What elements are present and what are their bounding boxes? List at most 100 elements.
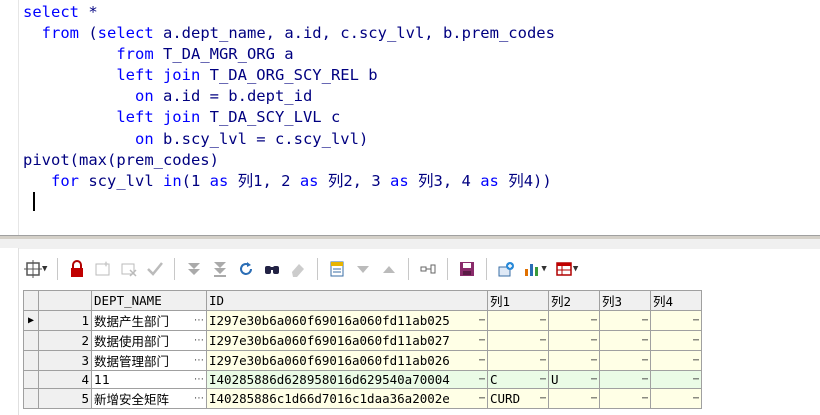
lock-icon[interactable] bbox=[64, 256, 90, 282]
ellipsis-icon[interactable]: ⋯ bbox=[640, 315, 648, 326]
dept-name-cell[interactable]: 新增安全矩阵 ⋯ bbox=[91, 388, 207, 409]
save-icon[interactable] bbox=[454, 256, 480, 282]
code-line[interactable]: left join T_DA_SCY_LVL c bbox=[23, 107, 555, 128]
col4-cell[interactable]: ⋯ bbox=[650, 370, 702, 389]
header-id[interactable]: ID bbox=[206, 290, 488, 311]
add-record-icon[interactable] bbox=[90, 256, 116, 282]
ellipsis-icon[interactable]: ⋯ bbox=[589, 335, 597, 346]
ellipsis-icon[interactable]: ⋯ bbox=[192, 355, 204, 366]
table-row[interactable]: 5 新增安全矩阵 ⋯ I40285886c1d66d7016c1daa36a2002e… bbox=[23, 388, 702, 409]
export-icon[interactable] bbox=[415, 256, 441, 282]
code-line[interactable]: from (select a.dept_name, a.id, c.scy_lv… bbox=[23, 23, 555, 44]
col4-cell[interactable]: ⋯ bbox=[650, 330, 702, 351]
ellipsis-icon[interactable]: ⋯ bbox=[691, 335, 699, 346]
ellipsis-icon[interactable]: ⋯ bbox=[691, 374, 699, 385]
sort-asc-icon[interactable] bbox=[376, 256, 402, 282]
ellipsis-icon[interactable]: ⋯ bbox=[477, 393, 485, 404]
query-by-example-icon[interactable] bbox=[324, 256, 350, 282]
ellipsis-icon[interactable]: ⋯ bbox=[477, 335, 485, 346]
ellipsis-icon[interactable]: ⋯ bbox=[538, 335, 546, 346]
dept-name-cell[interactable]: 数据产生部门 ⋯ bbox=[91, 310, 207, 331]
fetch-last-icon[interactable] bbox=[207, 256, 233, 282]
fetch-next-icon[interactable] bbox=[181, 256, 207, 282]
ellipsis-icon[interactable]: ⋯ bbox=[192, 374, 204, 385]
dept-name-cell[interactable]: 数据使用部门 ⋯ bbox=[91, 330, 207, 351]
col1-cell[interactable]: ⋯ bbox=[487, 310, 549, 331]
ellipsis-icon[interactable]: ⋯ bbox=[538, 374, 546, 385]
link-icon[interactable] bbox=[493, 256, 519, 282]
ellipsis-icon[interactable]: ⋯ bbox=[640, 374, 648, 385]
col1-cell[interactable]: CURD ⋯ bbox=[487, 388, 549, 409]
dept-name-cell[interactable]: 11 ⋯ bbox=[91, 370, 207, 389]
id-cell[interactable]: I40285886d628958016d629540a70004 ⋯ bbox=[206, 370, 488, 389]
current-row-marker[interactable]: ▶ bbox=[23, 310, 39, 331]
id-cell[interactable]: I297e30b6a060f69016a060fd11ab026 ⋯ bbox=[206, 350, 488, 371]
header-col4[interactable]: 列4 bbox=[650, 290, 702, 311]
ellipsis-icon[interactable]: ⋯ bbox=[477, 355, 485, 366]
ellipsis-icon[interactable]: ⋯ bbox=[589, 355, 597, 366]
col2-cell[interactable]: ⋯ bbox=[548, 388, 600, 409]
col1-cell[interactable]: C ⋯ bbox=[487, 370, 549, 389]
ellipsis-icon[interactable]: ⋯ bbox=[538, 355, 546, 366]
dept-name-cell[interactable]: 数据管理部门 ⋯ bbox=[91, 350, 207, 371]
table-row[interactable]: ▶ 1 数据产生部门 ⋯ I297e30b6a060f69016a060fd11ab02… bbox=[23, 310, 702, 331]
delete-record-icon[interactable] bbox=[116, 256, 142, 282]
row-number[interactable]: 1 bbox=[38, 310, 92, 331]
col4-cell[interactable]: ⋯ bbox=[650, 388, 702, 409]
code-line[interactable]: for scy_lvl in(1 as 列1, 2 as 列2, 3 as 列3… bbox=[23, 171, 555, 192]
header-col2[interactable]: 列2 bbox=[548, 290, 600, 311]
sql-code[interactable]: select * from (select a.dept_name, a.id,… bbox=[23, 2, 555, 192]
code-line[interactable]: on a.id = b.dept_id bbox=[23, 86, 555, 107]
code-line[interactable]: on b.scy_lvl = c.scy_lvl) bbox=[23, 129, 555, 150]
code-line[interactable]: left join T_DA_ORG_SCY_REL b bbox=[23, 65, 555, 86]
ellipsis-icon[interactable]: ⋯ bbox=[640, 335, 648, 346]
code-line[interactable]: from T_DA_MGR_ORG a bbox=[23, 44, 555, 65]
header-col3[interactable]: 列3 bbox=[599, 290, 651, 311]
col4-cell[interactable]: ⋯ bbox=[650, 310, 702, 331]
col3-cell[interactable]: ⋯ bbox=[599, 350, 651, 371]
table-row[interactable]: 2 数据使用部门 ⋯ I297e30b6a060f69016a060fd11ab027… bbox=[23, 330, 702, 351]
row-number[interactable]: 5 bbox=[38, 388, 92, 409]
col3-cell[interactable]: ⋯ bbox=[599, 330, 651, 351]
col2-cell[interactable]: ⋯ bbox=[548, 310, 600, 331]
id-cell[interactable]: I40285886c1d66d7016c1daa36a2002e ⋯ bbox=[206, 388, 488, 409]
ellipsis-icon[interactable]: ⋯ bbox=[589, 315, 597, 326]
ellipsis-icon[interactable]: ⋯ bbox=[640, 355, 648, 366]
col1-cell[interactable]: ⋯ bbox=[487, 330, 549, 351]
ellipsis-icon[interactable]: ⋯ bbox=[691, 393, 699, 404]
col4-cell[interactable]: ⋯ bbox=[650, 350, 702, 371]
ellipsis-icon[interactable]: ⋯ bbox=[691, 355, 699, 366]
col3-cell[interactable]: ⋯ bbox=[599, 370, 651, 389]
ellipsis-icon[interactable]: ⋯ bbox=[589, 374, 597, 385]
grid-view-dropdown-icon[interactable]: ▼ bbox=[573, 264, 578, 274]
col2-cell[interactable]: U ⋯ bbox=[548, 370, 600, 389]
header-col1[interactable]: 列1 bbox=[487, 290, 549, 311]
row-number[interactable]: 4 bbox=[38, 370, 92, 389]
col2-cell[interactable]: ⋯ bbox=[548, 330, 600, 351]
ellipsis-icon[interactable]: ⋯ bbox=[538, 315, 546, 326]
sort-desc-icon[interactable] bbox=[350, 256, 376, 282]
chart-dropdown-icon[interactable]: ▼ bbox=[541, 264, 546, 274]
clear-icon[interactable] bbox=[285, 256, 311, 282]
row-marker[interactable] bbox=[23, 330, 39, 351]
row-marker[interactable] bbox=[23, 388, 39, 409]
ellipsis-icon[interactable]: ⋯ bbox=[477, 374, 485, 385]
col1-cell[interactable]: ⋯ bbox=[487, 350, 549, 371]
row-marker[interactable] bbox=[23, 350, 39, 371]
row-number[interactable]: 3 bbox=[38, 350, 92, 371]
ellipsis-icon[interactable]: ⋯ bbox=[640, 393, 648, 404]
col3-cell[interactable]: ⋯ bbox=[599, 388, 651, 409]
header-dept-name[interactable]: DEPT_NAME bbox=[91, 290, 207, 311]
ellipsis-icon[interactable]: ⋯ bbox=[589, 393, 597, 404]
ellipsis-icon[interactable]: ⋯ bbox=[538, 393, 546, 404]
code-line[interactable]: pivot(max(prem_codes) bbox=[23, 150, 555, 171]
ellipsis-icon[interactable]: ⋯ bbox=[192, 335, 204, 346]
sql-editor[interactable]: select * from (select a.dept_name, a.id,… bbox=[0, 0, 820, 235]
col3-cell[interactable]: ⋯ bbox=[599, 310, 651, 331]
table-row[interactable]: 4 11 ⋯ I40285886d628958016d629540a70004 ⋯ C ⋯ U… bbox=[23, 370, 702, 389]
ellipsis-icon[interactable]: ⋯ bbox=[192, 393, 204, 404]
ellipsis-icon[interactable]: ⋯ bbox=[477, 315, 485, 326]
col2-cell[interactable]: ⋯ bbox=[548, 350, 600, 371]
id-cell[interactable]: I297e30b6a060f69016a060fd11ab027 ⋯ bbox=[206, 330, 488, 351]
row-number[interactable]: 2 bbox=[38, 330, 92, 351]
